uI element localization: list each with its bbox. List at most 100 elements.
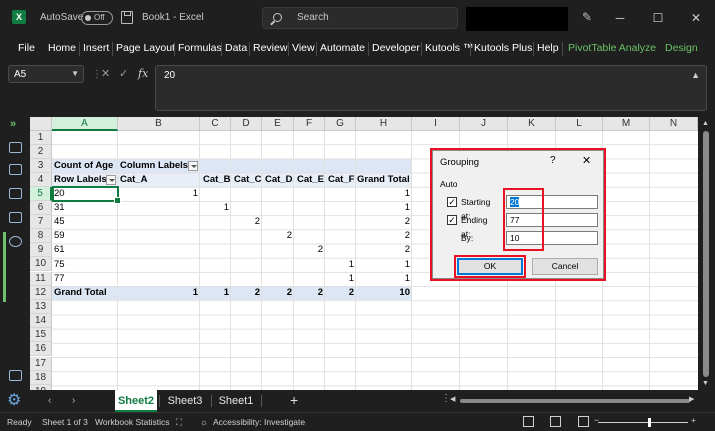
account-redacted[interactable] — [466, 7, 568, 31]
close-icon[interactable]: ✕ — [686, 8, 706, 28]
pen-icon[interactable]: ✎ — [582, 11, 594, 23]
menu-kutools[interactable]: Kutools ™ — [425, 42, 473, 54]
row-label[interactable]: 45 — [54, 215, 65, 229]
value-cell[interactable]: 1 — [200, 201, 229, 215]
vertical-scrollbar[interactable]: ▲ ▼ — [698, 117, 715, 390]
workbook-statistics-button[interactable]: Workbook Statistics — [95, 417, 169, 427]
zoom-out-icon[interactable]: − — [594, 415, 599, 425]
category-header[interactable]: Cat_F — [328, 173, 354, 187]
grand-total-header[interactable]: Grand Total — [357, 173, 410, 187]
menu-view[interactable]: View — [292, 42, 315, 54]
total-cell[interactable]: 1 — [356, 187, 410, 201]
row-header[interactable]: 11 — [30, 272, 52, 286]
value-cell[interactable]: 2 — [262, 229, 292, 243]
pivot-count-label[interactable]: Count of Age — [54, 159, 113, 173]
row-header[interactable]: 10 — [30, 257, 52, 271]
row-header[interactable]: 4 — [30, 173, 52, 187]
scroll-down-icon[interactable]: ▼ — [702, 380, 709, 387]
normal-view-icon[interactable] — [523, 416, 534, 427]
rail-binoculars-icon[interactable] — [9, 236, 22, 247]
category-header[interactable]: Cat_A — [120, 173, 147, 187]
hscroll-left-icon[interactable]: ◀ — [450, 395, 455, 403]
tab-sheet3[interactable]: Sheet3 — [163, 390, 207, 412]
col-header-j[interactable]: J — [460, 117, 508, 131]
by-input[interactable]: 10 — [506, 231, 598, 245]
rail-tool-icon-1[interactable] — [9, 142, 22, 153]
search-box[interactable]: Search — [262, 7, 458, 29]
col-header-l[interactable]: L — [556, 117, 603, 131]
row-header[interactable]: 3 — [30, 159, 52, 173]
col-header-f[interactable]: F — [294, 117, 325, 131]
value-cell[interactable]: 2 — [294, 243, 323, 257]
pivot-column-labels[interactable]: Column Labels — [120, 159, 188, 173]
menu-kutools-plus[interactable]: Kutools Plus — [474, 42, 532, 54]
row-header[interactable]: 2 — [30, 145, 52, 159]
expand-rail-icon[interactable]: » — [10, 118, 16, 130]
active-cell-selection[interactable] — [52, 186, 121, 204]
grand-total-cell[interactable]: 1 — [200, 286, 229, 300]
total-cell[interactable]: 1 — [356, 201, 410, 215]
menu-page-layout[interactable]: Page Layout — [116, 42, 175, 54]
help-icon[interactable]: ? — [550, 155, 556, 166]
grand-total-cell[interactable]: 2 — [231, 286, 260, 300]
menu-data[interactable]: Data — [225, 42, 247, 54]
value-cell[interactable]: 2 — [231, 215, 260, 229]
menu-insert[interactable]: Insert — [83, 42, 109, 54]
tab-sheet1[interactable]: Sheet1 — [215, 390, 257, 412]
chevron-down-icon[interactable]: ▼ — [71, 69, 79, 78]
ending-at-input[interactable]: 77 — [506, 213, 598, 227]
rail-print-icon[interactable] — [9, 188, 22, 199]
rail-open-external-icon[interactable] — [9, 370, 22, 381]
hscroll-right-icon[interactable]: ▶ — [689, 395, 694, 403]
grand-total-label[interactable]: Grand Total — [54, 286, 107, 300]
menu-home[interactable]: Home — [48, 42, 76, 54]
row-label[interactable]: 75 — [54, 258, 65, 272]
col-header-d[interactable]: D — [231, 117, 262, 131]
row-header[interactable]: 9 — [30, 243, 52, 257]
enter-check-icon[interactable]: ✓ — [119, 67, 128, 80]
row-header[interactable]: 15 — [30, 328, 52, 342]
save-icon[interactable] — [121, 11, 133, 24]
total-cell[interactable]: 1 — [356, 272, 410, 286]
menu-developer[interactable]: Developer — [372, 42, 420, 54]
grand-total-cell[interactable]: 10 — [356, 286, 410, 300]
cancel-icon[interactable]: ✕ — [101, 67, 110, 80]
total-cell[interactable]: 2 — [356, 229, 410, 243]
menu-file[interactable]: File — [18, 42, 35, 54]
grand-total-cell[interactable]: 2 — [294, 286, 323, 300]
value-cell[interactable]: 1 — [325, 272, 354, 286]
tab-prev-icon[interactable]: ‹ — [48, 395, 51, 406]
col-header-h[interactable]: H — [356, 117, 412, 131]
row-header[interactable]: 7 — [30, 215, 52, 229]
category-header[interactable]: Cat_E — [297, 173, 324, 187]
col-header-c[interactable]: C — [200, 117, 231, 131]
row-header[interactable]: 17 — [30, 357, 52, 371]
close-icon[interactable]: ✕ — [582, 154, 591, 167]
value-cell[interactable]: 1 — [325, 258, 354, 272]
row-label[interactable]: 77 — [54, 272, 65, 286]
row-header[interactable]: 18 — [30, 371, 52, 385]
row-label[interactable]: 61 — [54, 243, 65, 257]
menu-design[interactable]: Design — [665, 42, 698, 54]
col-header-i[interactable]: I — [412, 117, 460, 131]
row-header[interactable]: 16 — [30, 342, 52, 356]
grand-total-cell[interactable]: 1 — [118, 286, 198, 300]
ending-at-checkbox[interactable]: ✓ — [447, 215, 457, 225]
row-header[interactable]: 12 — [30, 286, 52, 300]
column-filter-dropdown[interactable] — [188, 161, 198, 171]
starting-at-input[interactable]: 20 — [506, 195, 598, 209]
value-cell[interactable]: 1 — [118, 187, 198, 201]
add-sheet-button[interactable]: + — [290, 392, 298, 408]
select-all-corner[interactable] — [30, 117, 52, 131]
minimize-icon[interactable]: ─ — [610, 8, 630, 28]
col-header-k[interactable]: K — [508, 117, 556, 131]
row-label[interactable]: 31 — [54, 201, 65, 215]
autosave-toggle[interactable]: Off — [81, 11, 113, 25]
row-header[interactable]: 1 — [30, 131, 52, 145]
maximize-icon[interactable]: ☐ — [648, 8, 668, 28]
chevron-up-icon[interactable]: ▲ — [691, 70, 700, 80]
col-header-m[interactable]: M — [603, 117, 650, 131]
accessibility-status[interactable]: Accessibility: Investigate — [213, 417, 305, 427]
page-break-view-icon[interactable] — [578, 416, 589, 427]
col-header-b[interactable]: B — [118, 117, 200, 131]
